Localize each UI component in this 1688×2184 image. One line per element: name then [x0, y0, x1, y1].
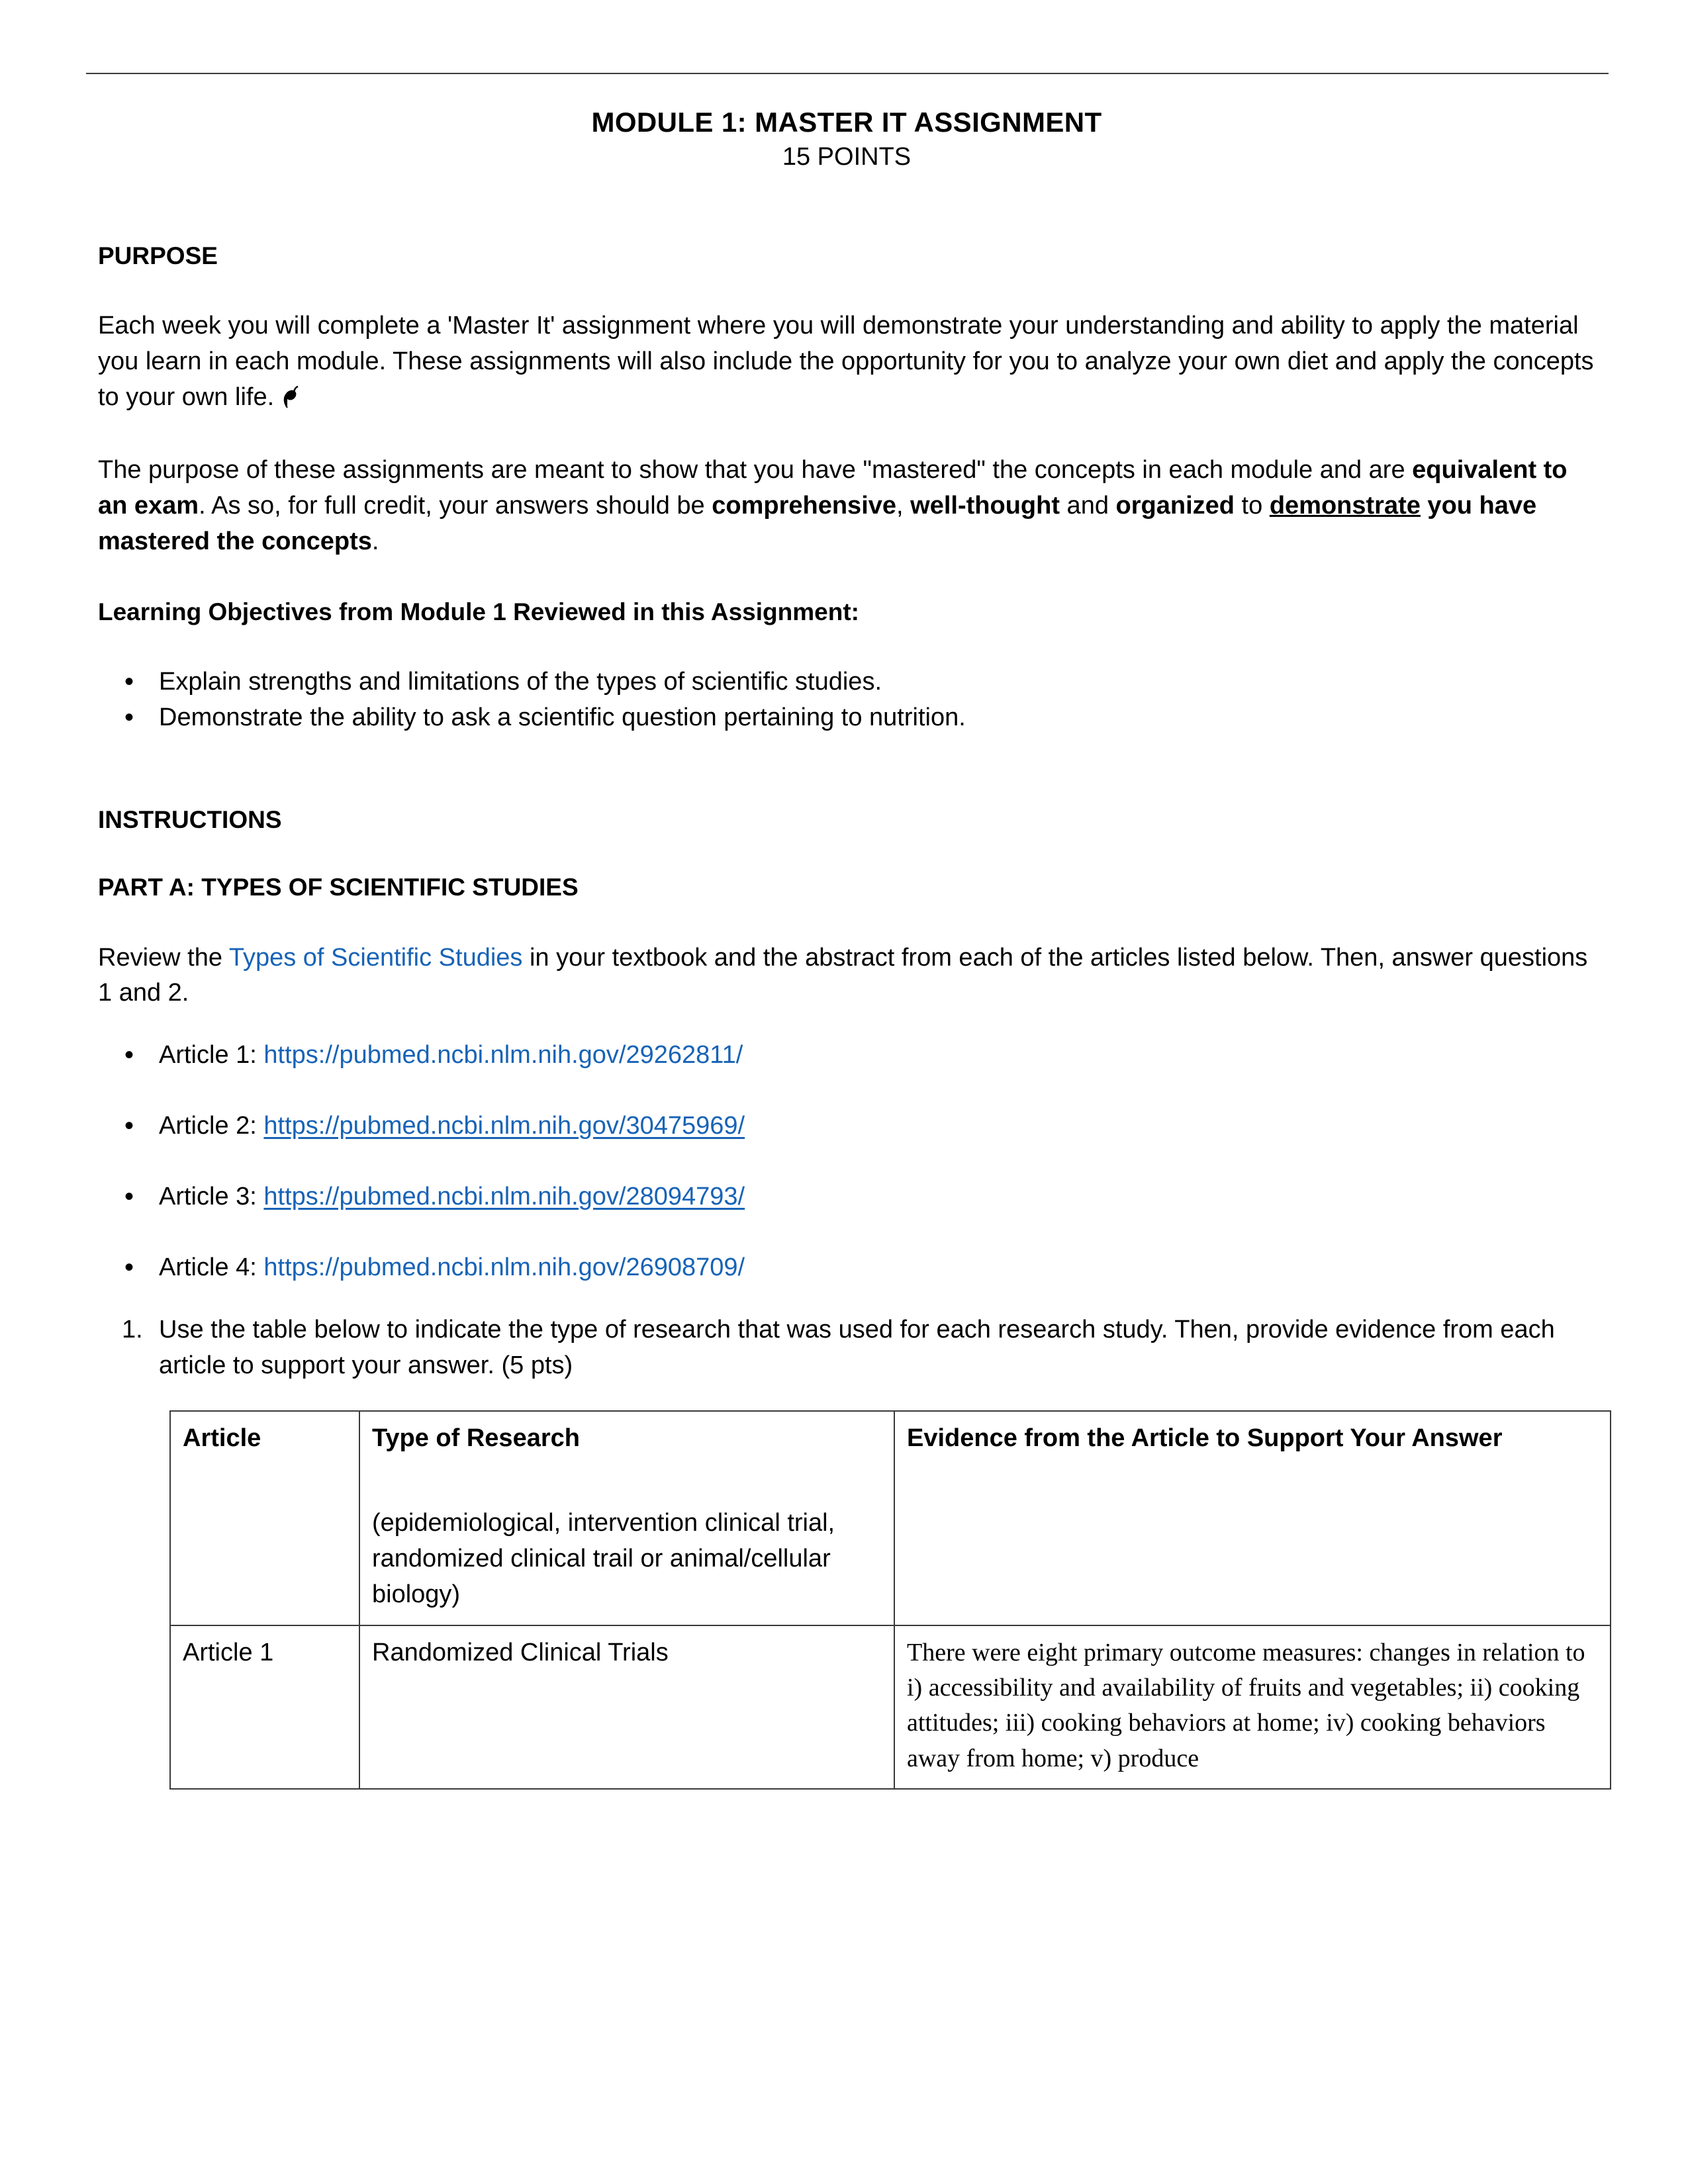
part-a-heading: PART A: TYPES OF SCIENTIFIC STUDIES [98, 874, 579, 901]
list-item-article-2: Article 2: https://pubmed.ncbi.nlm.nih.g… [98, 1107, 1595, 1145]
table-header-type-cell: Type of Research (epidemiological, inter… [359, 1410, 895, 1626]
p2-seg-12: . [371, 527, 379, 555]
article-3-label: Article 3: [159, 1183, 264, 1211]
cell-type-of-research: Randomized Clinical Trials [372, 1638, 669, 1666]
article-4-label: Article 4: [159, 1253, 264, 1282]
p2-seg-6-bold: well-thought [910, 491, 1060, 520]
article-links-list: Article 1: https://pubmed.ncbi.nlm.nih.g… [98, 1036, 1595, 1287]
article-4-url-link[interactable]: https://pubmed.ncbi.nlm.nih.gov/26908709… [263, 1253, 745, 1281]
page-subtitle: 15 POINTS [782, 142, 912, 171]
p2-seg-7: and [1060, 491, 1116, 520]
table-header-article-cell: Article [169, 1410, 360, 1626]
review-instruction-paragraph: Review the Types of Scientific Studies i… [98, 940, 1595, 1012]
review-prefix-text: Review the [98, 943, 229, 972]
article-1-url-link[interactable]: https://pubmed.ncbi.nlm.nih.gov/29262811… [263, 1041, 743, 1069]
column-header-article: Article [183, 1424, 261, 1453]
document-content: MODULE 1: MASTER IT ASSIGNMENT 15 POINTS… [98, 106, 1611, 1790]
p2-seg-5: , [896, 491, 911, 520]
objectives-list: Explain strengths and limitations of the… [98, 663, 1595, 737]
p2-seg-9: to [1235, 491, 1270, 520]
list-item: Explain strengths and limitations of the… [98, 663, 1595, 701]
header-divider [86, 73, 1609, 74]
list-item: Demonstrate the ability to ask a scienti… [98, 699, 1595, 737]
purpose-paragraph-2: The purpose of these assignments are mea… [98, 453, 1595, 560]
p2-seg-1: The purpose of these assignments are mea… [98, 456, 1413, 484]
cell-article-name: Article 1 [183, 1638, 274, 1666]
list-item-article-3: Article 3: https://pubmed.ncbi.nlm.nih.g… [98, 1178, 1595, 1216]
row-article-cell: Article 1 [169, 1624, 360, 1790]
purpose-heading: PURPOSE [98, 242, 218, 269]
list-item-article-4: Article 4: https://pubmed.ncbi.nlm.nih.g… [98, 1249, 1595, 1287]
question-1: Use the table below to indicate the type… [122, 1312, 1555, 1380]
cell-evidence-text: There were eight primary outcome measure… [907, 1638, 1585, 1772]
p2-seg-8-bold: organized [1115, 491, 1235, 520]
article-1-label: Article 1: [159, 1041, 264, 1069]
p2-seg-3: . As so, for full credit, your answers s… [199, 491, 712, 520]
column-header-type-of-research: Type of Research [372, 1424, 580, 1453]
types-of-scientific-studies-link[interactable]: Types of Scientific Studies [229, 944, 523, 972]
p2-seg-4-bold: comprehensive [712, 491, 897, 520]
p2-seg-10-bold-underline: demonstrate [1269, 491, 1421, 520]
page-title: MODULE 1: MASTER IT ASSIGNMENT [591, 107, 1102, 138]
table-row: Article 1 Randomized Clinical Trials The… [169, 1624, 1611, 1790]
row-evidence-cell[interactable]: There were eight primary outcome measure… [894, 1624, 1611, 1790]
instructions-heading: INSTRUCTIONS [98, 806, 282, 834]
table-header-row: Article Type of Research (epidemiologica… [169, 1410, 1611, 1626]
objectives-heading: Learning Objectives from Module 1 Review… [98, 598, 859, 625]
hand-drawn-doodle-icon [282, 383, 299, 408]
column-header-type-of-research-note: (epidemiological, intervention clinical … [372, 1509, 835, 1609]
article-3-url-link[interactable]: https://pubmed.ncbi.nlm.nih.gov/28094793… [263, 1183, 745, 1210]
questions-list: Use the table below to indicate the type… [98, 1312, 1595, 1384]
column-header-evidence: Evidence from the Article to Support You… [907, 1424, 1503, 1453]
row-type-cell[interactable]: Randomized Clinical Trials [359, 1624, 895, 1790]
article-2-url-link[interactable]: https://pubmed.ncbi.nlm.nih.gov/30475969… [263, 1112, 745, 1140]
article-2-label: Article 2: [159, 1112, 264, 1140]
document-page: MODULE 1: MASTER IT ASSIGNMENT 15 POINTS… [0, 0, 1688, 2184]
research-type-table: Article Type of Research (epidemiologica… [169, 1410, 1611, 1790]
table-header-evidence-cell: Evidence from the Article to Support You… [894, 1410, 1611, 1626]
purpose-paragraph-1: Each week you will complete a 'Master It… [98, 308, 1595, 416]
list-item-article-1: Article 1: https://pubmed.ncbi.nlm.nih.g… [98, 1036, 1595, 1074]
purpose-paragraph-1-text: Each week you will complete a 'Master It… [98, 312, 1594, 412]
